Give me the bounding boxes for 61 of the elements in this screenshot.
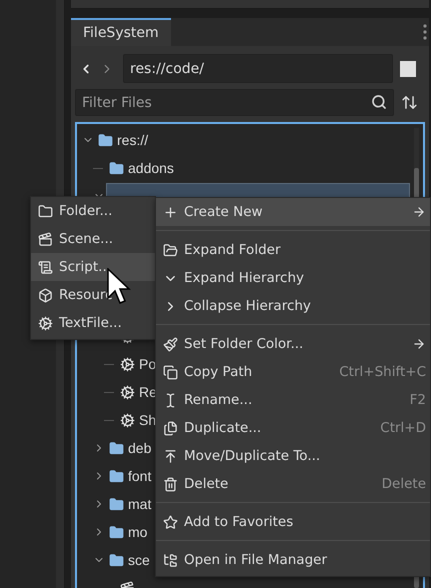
folder-icon — [109, 468, 124, 484]
tree-item-label[interactable]: res:// — [117, 132, 148, 148]
tree-item-label[interactable]: deb — [128, 440, 152, 456]
menu-item[interactable]: Open in File Manager — [156, 546, 430, 574]
tree-item-label[interactable]: font — [128, 468, 152, 484]
brush-icon — [162, 336, 178, 352]
trash-icon — [162, 476, 178, 492]
folder-icon — [109, 524, 124, 540]
gear-icon — [120, 384, 135, 400]
folder-icon — [38, 204, 52, 218]
shortcut-label: Delete — [382, 476, 426, 492]
tree-item-label[interactable]: mat — [128, 496, 152, 512]
menu-item[interactable]: Expand Folder — [156, 236, 430, 264]
menu-item[interactable]: Set Folder Color... — [156, 330, 430, 358]
files-icon — [162, 420, 178, 436]
path-field[interactable]: res://code/ — [123, 54, 393, 83]
filter-field[interactable]: Filter Files — [75, 89, 394, 116]
menu-item[interactable]: Move/Duplicate To... — [156, 442, 430, 470]
folder-tree-icon — [162, 552, 178, 568]
tree-item-label[interactable]: Sh — [139, 412, 156, 428]
folder-icon — [98, 132, 113, 148]
search-icon — [371, 94, 387, 110]
folder-icon — [109, 496, 124, 512]
menu-item[interactable]: Delete Delete — [156, 470, 430, 498]
clapperboard-icon — [38, 232, 52, 246]
cube-icon — [38, 288, 52, 302]
folder-icon — [109, 552, 124, 568]
menu-item[interactable]: Expand Hierarchy — [156, 264, 430, 292]
gear-icon — [120, 356, 135, 372]
square-icon[interactable] — [400, 60, 416, 76]
gear-icon — [120, 412, 135, 428]
menu-item[interactable]: Folder... — [31, 197, 155, 225]
filesystem-tab[interactable]: FileSystem — [71, 18, 171, 46]
shortcut-label: F2 — [410, 392, 426, 408]
menu-item[interactable]: Copy Path Ctrl+Shift+C — [156, 358, 430, 386]
folder-icon — [109, 160, 124, 176]
more-icon[interactable] — [423, 23, 427, 41]
folder-icon — [162, 242, 178, 258]
tree-item-label[interactable]: mo — [128, 524, 148, 540]
menu-item[interactable]: Scene... — [31, 225, 155, 253]
folder-icon — [109, 440, 124, 456]
menu-item[interactable]: Rename... F2 — [156, 386, 430, 414]
menu-item[interactable]: Duplicate... Ctrl+D — [156, 414, 430, 442]
tree-item-label[interactable]: addons — [128, 160, 174, 176]
scroll-icon — [38, 260, 52, 274]
star-icon — [162, 514, 178, 530]
menu-item[interactable]: Collapse Hierarchy — [156, 292, 430, 320]
menu-item[interactable]: Script... — [31, 253, 155, 281]
menu-item[interactable]: Resourc — [31, 281, 155, 309]
tree-item-label[interactable]: sce — [128, 552, 150, 568]
gear-icon — [38, 316, 52, 330]
sort-icon[interactable] — [401, 94, 418, 111]
tree-item-label[interactable]: Po — [139, 356, 156, 372]
plus-icon — [162, 204, 178, 220]
copy-icon — [162, 364, 178, 380]
menu-item[interactable]: Create New — [156, 198, 430, 226]
shortcut-label: Ctrl+Shift+C — [339, 364, 426, 380]
shortcut-label: Ctrl+D — [380, 420, 426, 436]
menu-item[interactable]: TextFile... — [31, 309, 155, 337]
menu-item[interactable]: Add to Favorites — [156, 508, 430, 536]
upload-icon — [162, 448, 178, 464]
